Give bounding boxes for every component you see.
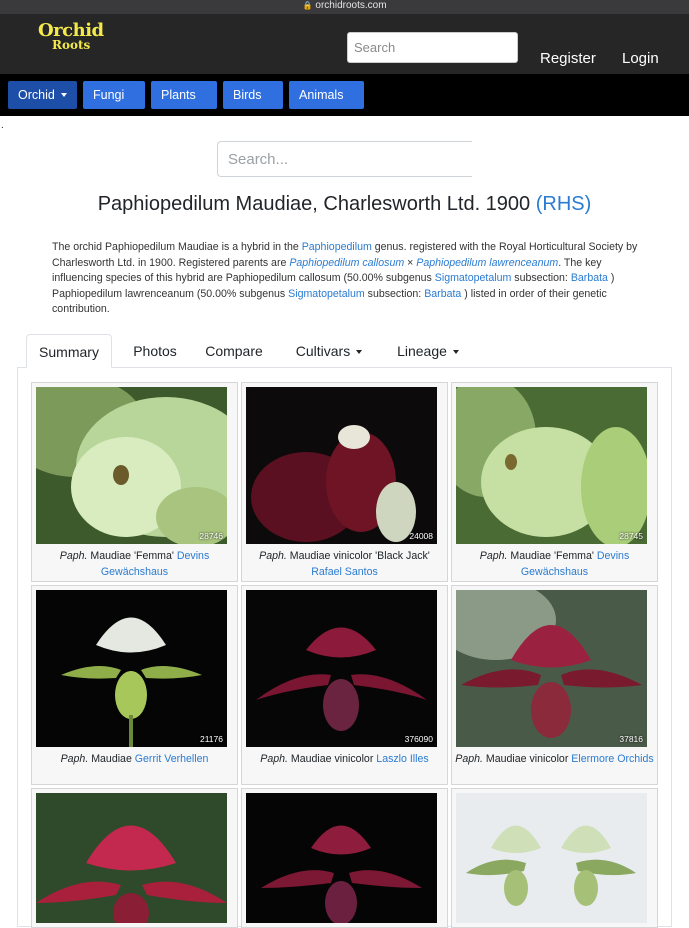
browser-url-bar[interactable]: 🔒 orchidroots.com bbox=[0, 0, 689, 14]
card-caption: Paph. Maudiae vinicolor Elermore Orchids bbox=[454, 752, 655, 768]
category-plants-dropdown[interactable]: Plants bbox=[151, 81, 217, 125]
photo-id: 37816 bbox=[619, 734, 643, 744]
parent1-link[interactable]: Paphiopedilum callosum bbox=[289, 257, 404, 269]
description-paragraph: The orchid Paphiopedilum Maudiae is a hy… bbox=[52, 240, 644, 318]
cultivar-name: Maudiae vinicolor bbox=[482, 753, 572, 765]
subgenus-link[interactable]: Sigmatopetalum bbox=[435, 272, 512, 284]
login-link[interactable]: Login bbox=[622, 50, 659, 67]
orchid-photo[interactable] bbox=[456, 793, 647, 923]
photo-id: 376090 bbox=[404, 734, 433, 744]
photo-id: 28745 bbox=[619, 531, 643, 541]
orchid-photo[interactable] bbox=[36, 793, 227, 923]
site-logo[interactable]: Orchid Roots bbox=[38, 20, 104, 53]
orchid-photo[interactable] bbox=[246, 793, 437, 923]
photo-id: 24008 bbox=[409, 531, 433, 541]
caret-down-icon bbox=[239, 121, 245, 125]
photographer-link[interactable]: Rafael Santos bbox=[311, 566, 378, 578]
caret-down-icon bbox=[167, 121, 173, 125]
orchid-photo[interactable]: 24008 bbox=[246, 387, 437, 544]
caret-down-icon bbox=[305, 121, 311, 125]
card-caption: Paph. Maudiae Gerrit Verhellen bbox=[34, 752, 235, 768]
tab-label: Cultivars bbox=[295, 343, 351, 359]
photo-card[interactable] bbox=[31, 788, 238, 928]
category-label: Fungi bbox=[93, 88, 125, 102]
cultivar-name: Maudiae vinicolor 'Black Jack' bbox=[286, 550, 430, 562]
category-label: Plants bbox=[161, 88, 196, 102]
title-text: Paphiopedilum Maudiae, Charlesworth Ltd.… bbox=[97, 193, 531, 215]
genus-abbr: Paph. bbox=[60, 753, 89, 765]
subsection-link[interactable]: Barbata bbox=[424, 288, 461, 300]
subgenus-link[interactable]: Sigmatopetalum bbox=[288, 288, 365, 300]
card-caption: Paph. Maudiae vinicolor Laszlo Illes bbox=[244, 752, 445, 768]
genus-abbr: Paph. bbox=[259, 550, 287, 562]
desc-text: subsection: bbox=[511, 272, 571, 284]
card-caption: Paph. Maudiae 'Femma' Devins Gewächshaus bbox=[34, 549, 235, 580]
photographer-link[interactable]: Gerrit Verhellen bbox=[135, 753, 209, 765]
main-search-input[interactable] bbox=[217, 141, 472, 177]
category-label: Birds bbox=[233, 88, 262, 102]
tab-cultivars[interactable]: Cultivars bbox=[284, 334, 374, 368]
parent2-link[interactable]: Paphiopedilum lawrenceanum bbox=[416, 257, 558, 269]
photo-id: 21176 bbox=[199, 734, 223, 744]
photo-card[interactable]: 28745 Paph. Maudiae 'Femma' Devins Gewäc… bbox=[451, 382, 658, 582]
photo-card[interactable]: 376090 Paph. Maudiae vinicolor Laszlo Il… bbox=[241, 585, 448, 785]
tab-lineage[interactable]: Lineage bbox=[386, 334, 470, 368]
photo-card[interactable]: 21176 Paph. Maudiae Gerrit Verhellen bbox=[31, 585, 238, 785]
genus-abbr: Paph. bbox=[479, 550, 508, 562]
genus-link[interactable]: Paphiopedilum bbox=[302, 241, 372, 253]
desc-text: subsection: bbox=[364, 287, 425, 300]
logo-line1: Orchid bbox=[38, 20, 104, 41]
photographer-link[interactable]: Laszlo Illes bbox=[376, 753, 428, 765]
photo-card[interactable]: 37816 Paph. Maudiae vinicolor Elermore O… bbox=[451, 585, 658, 785]
card-caption: Paph. Maudiae vinicolor 'Black Jack' Raf… bbox=[244, 549, 445, 580]
photo-id: 28746 bbox=[199, 531, 223, 541]
tab-compare[interactable]: Compare bbox=[196, 334, 272, 368]
genus-abbr: Paph. bbox=[455, 753, 483, 765]
desc-text: The orchid Paphiopedilum Maudiae is a hy… bbox=[52, 241, 302, 253]
card-caption: Paph. Maudiae 'Femma' Devins Gewächshaus bbox=[454, 549, 655, 580]
cultivar-name: Maudiae bbox=[88, 753, 135, 765]
photo-card[interactable] bbox=[451, 788, 658, 928]
photo-card[interactable]: 28746 Paph. Maudiae 'Femma' Devins Gewäc… bbox=[31, 382, 238, 582]
caret-down-icon bbox=[99, 121, 105, 125]
orchid-photo[interactable]: 28745 bbox=[456, 387, 647, 544]
caret-down-icon bbox=[356, 350, 363, 354]
orchid-photo[interactable]: 21176 bbox=[36, 590, 227, 747]
caret-down-icon bbox=[452, 350, 459, 354]
orchid-photo[interactable]: 37816 bbox=[456, 590, 647, 747]
category-label: Animals bbox=[299, 88, 344, 102]
cultivar-name: Maudiae vinicolor bbox=[287, 753, 377, 765]
tab-label: Lineage bbox=[397, 343, 447, 359]
tab-photos[interactable]: Photos bbox=[120, 334, 190, 368]
stray-dot: . bbox=[1, 120, 4, 131]
top-navbar: Orchid Roots Register Login bbox=[0, 14, 689, 74]
tab-summary[interactable]: Summary bbox=[26, 334, 112, 368]
lock-icon: 🔒 bbox=[302, 1, 313, 10]
orchid-photo[interactable]: 28746 bbox=[36, 387, 227, 544]
header-search-input[interactable] bbox=[347, 32, 518, 63]
url-text: orchidroots.com bbox=[315, 0, 387, 11]
genus-abbr: Paph. bbox=[59, 550, 88, 562]
cultivar-name: Maudiae 'Femma' bbox=[507, 550, 597, 562]
category-fungi-dropdown[interactable]: Fungi bbox=[83, 81, 145, 125]
photo-card[interactable] bbox=[241, 788, 448, 928]
genus-abbr: Paph. bbox=[260, 753, 288, 765]
category-bar: Orchid Fungi Plants Birds Animals bbox=[0, 74, 689, 125]
rhs-link[interactable]: (RHS) bbox=[536, 193, 592, 215]
caret-down-icon bbox=[60, 93, 67, 97]
cultivar-name: Maudiae 'Femma' bbox=[87, 550, 177, 562]
category-label: Orchid bbox=[18, 88, 55, 102]
photo-card[interactable]: 24008 Paph. Maudiae vinicolor 'Black Jac… bbox=[241, 382, 448, 582]
page-title: Paphiopedilum Maudiae, Charlesworth Ltd.… bbox=[0, 193, 689, 216]
orchid-photo[interactable]: 376090 bbox=[246, 590, 437, 747]
category-animals-dropdown[interactable]: Animals bbox=[289, 81, 364, 125]
tab-bar: Summary Photos Compare Cultivars Lineage bbox=[26, 334, 672, 368]
desc-text: × bbox=[404, 256, 417, 269]
category-birds-dropdown[interactable]: Birds bbox=[223, 81, 283, 125]
register-link[interactable]: Register bbox=[540, 50, 596, 67]
category-orchid-dropdown[interactable]: Orchid bbox=[8, 81, 77, 109]
subsection-link[interactable]: Barbata bbox=[571, 272, 608, 284]
photographer-link[interactable]: Elermore Orchids bbox=[571, 753, 653, 765]
